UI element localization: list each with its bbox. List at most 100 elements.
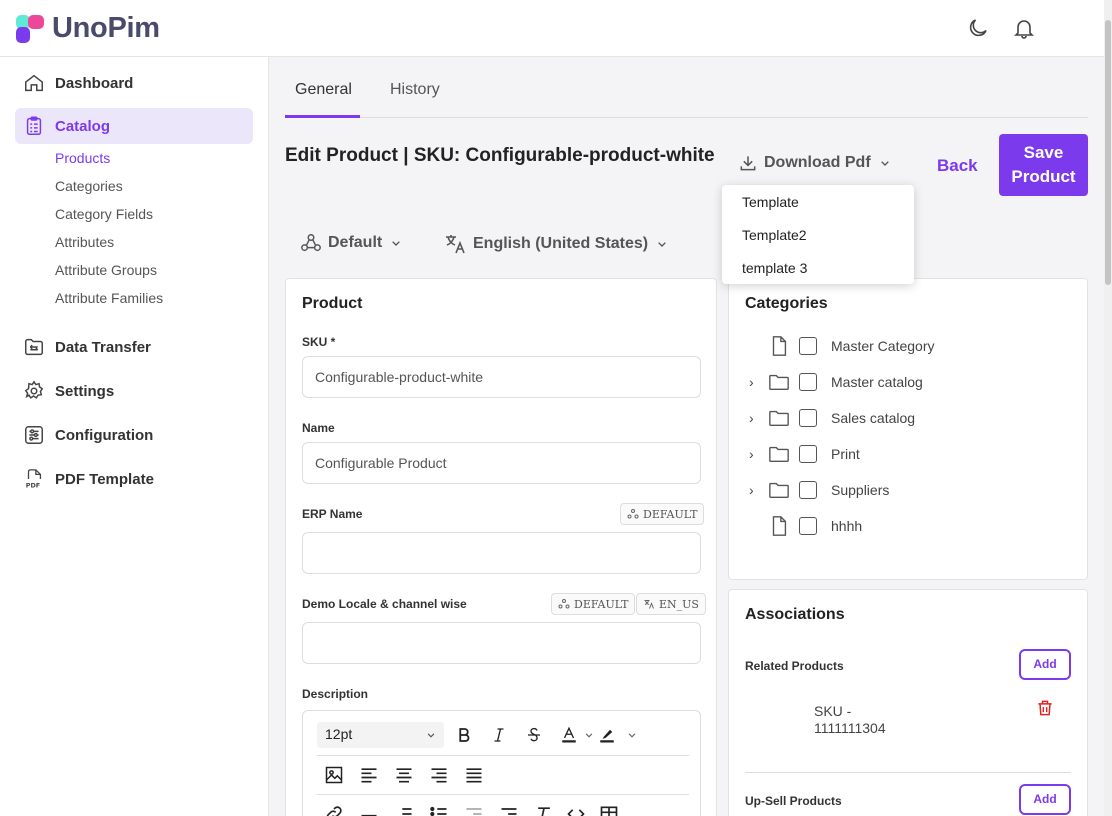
tab-history[interactable]: History xyxy=(390,81,440,99)
description-editor[interactable]: 12pt xyxy=(302,710,701,816)
category-row[interactable]: › Sales catalog xyxy=(749,406,915,430)
folder-icon xyxy=(769,482,789,499)
save-product-button[interactable]: Save Product xyxy=(999,134,1088,196)
chevron-down-icon[interactable] xyxy=(621,724,643,746)
menu-item-template[interactable]: Template xyxy=(742,194,799,210)
channel-label: Default xyxy=(328,234,383,251)
category-row[interactable]: Master Category xyxy=(749,334,934,358)
chevron-right-icon[interactable]: › xyxy=(749,446,763,462)
download-icon xyxy=(740,156,756,171)
channel-icon xyxy=(558,599,570,609)
align-justify-icon[interactable] xyxy=(463,764,485,786)
associations-title: Associations xyxy=(745,606,845,623)
channel-chip: DEFAULT xyxy=(620,503,705,525)
italic-icon[interactable] xyxy=(488,724,510,746)
add-related-button[interactable]: Add xyxy=(1019,649,1071,680)
demo-field-label: Demo Locale & channel wise xyxy=(302,597,467,611)
main-content: General History Edit Product | SKU: Conf… xyxy=(270,57,1104,816)
folder-icon xyxy=(769,374,789,391)
add-upsell-button[interactable]: Add xyxy=(1019,784,1071,815)
category-row[interactable]: › Suppliers xyxy=(749,478,889,502)
name-field[interactable]: Configurable Product xyxy=(302,442,701,484)
dark-mode-icon[interactable] xyxy=(966,16,990,40)
category-checkbox[interactable] xyxy=(799,409,817,427)
sidebar-item-label: Catalog xyxy=(55,117,111,135)
erp-name-field[interactable] xyxy=(302,532,701,574)
code-icon[interactable] xyxy=(565,803,587,816)
bold-icon[interactable] xyxy=(453,724,475,746)
translate-icon xyxy=(446,235,465,254)
highlight-icon[interactable] xyxy=(596,724,618,746)
sidebar-item-configuration[interactable]: Configuration xyxy=(15,417,253,453)
sidebar-sub-category-fields[interactable]: Category Fields xyxy=(55,206,153,222)
brand-logo[interactable]: UnoPim xyxy=(14,12,160,45)
sidebar-sub-products[interactable]: Products xyxy=(55,150,110,166)
font-size-select[interactable]: 12pt xyxy=(317,722,444,748)
horizontal-rule-icon[interactable] xyxy=(358,803,380,816)
categories-card: Categories Master Category › Master cata… xyxy=(728,278,1088,580)
category-row[interactable]: hhhh xyxy=(749,514,862,538)
outdent-icon[interactable] xyxy=(463,803,485,816)
text-color-icon[interactable] xyxy=(558,724,580,746)
chevron-right-icon[interactable]: › xyxy=(749,410,763,426)
bell-icon[interactable] xyxy=(1012,16,1036,40)
sidebar-item-settings[interactable]: Settings xyxy=(15,373,253,409)
category-label: Master Category xyxy=(831,338,935,354)
align-right-icon[interactable] xyxy=(428,764,450,786)
sidebar-item-dashboard[interactable]: Dashboard xyxy=(15,65,253,101)
category-checkbox[interactable] xyxy=(799,337,817,355)
chevron-right-icon[interactable]: › xyxy=(749,374,763,390)
category-row[interactable]: › Print xyxy=(749,442,860,466)
translate-icon xyxy=(644,600,654,609)
tab-general[interactable]: General xyxy=(295,81,352,99)
sidebar-item-data-transfer[interactable]: Data Transfer xyxy=(15,329,253,365)
bullet-list-icon[interactable] xyxy=(428,803,450,816)
category-checkbox[interactable] xyxy=(799,445,817,463)
sku-field[interactable]: Configurable-product-white xyxy=(302,356,701,398)
align-center-icon[interactable] xyxy=(393,764,415,786)
sidebar-item-catalog[interactable]: Catalog xyxy=(15,108,253,144)
sidebar-item-label: Settings xyxy=(55,382,115,400)
category-row[interactable]: › Master catalog xyxy=(749,370,923,394)
locale-label: English (United States) xyxy=(473,235,649,252)
image-icon[interactable] xyxy=(323,764,345,786)
section-divider xyxy=(745,772,1071,773)
demo-locale-channel-field[interactable] xyxy=(302,622,701,664)
back-button[interactable]: Back xyxy=(937,156,978,176)
pdf-icon: PDF xyxy=(26,469,42,489)
locale-switcher[interactable]: English (United States) xyxy=(443,232,670,256)
channel-switcher[interactable]: Default xyxy=(300,232,404,254)
menu-item-template-3[interactable]: template 3 xyxy=(742,260,807,276)
chevron-right-icon[interactable]: › xyxy=(749,482,763,498)
sidebar-sub-categories[interactable]: Categories xyxy=(55,178,123,194)
table-icon[interactable] xyxy=(598,803,620,816)
sidebar: Dashboard Catalog Products Categories Ca… xyxy=(0,57,269,816)
category-checkbox[interactable] xyxy=(799,517,817,535)
associations-card: Associations Related Products Add SKU - … xyxy=(728,589,1088,816)
indent-icon[interactable] xyxy=(498,803,520,816)
scrollbar-thumb[interactable] xyxy=(1105,20,1111,285)
trash-icon[interactable] xyxy=(1035,698,1055,718)
home-icon xyxy=(25,74,43,92)
link-icon[interactable] xyxy=(323,803,345,816)
category-checkbox[interactable] xyxy=(799,373,817,391)
sidebar-sub-attribute-families[interactable]: Attribute Families xyxy=(55,290,163,306)
name-label: Name xyxy=(302,421,335,435)
sidebar-sub-attributes[interactable]: Attributes xyxy=(55,234,114,250)
clear-format-icon[interactable] xyxy=(533,803,555,816)
erp-name-label: ERP Name xyxy=(302,507,363,521)
align-left-icon[interactable] xyxy=(358,764,380,786)
page-scrollbar[interactable] xyxy=(1104,0,1112,816)
category-label: Master catalog xyxy=(831,374,923,390)
toolbar-divider xyxy=(317,755,689,756)
download-pdf-label: Download Pdf xyxy=(764,154,871,171)
categories-title: Categories xyxy=(745,295,828,312)
sidebar-item-pdf-template[interactable]: PDF PDF Template xyxy=(15,461,253,497)
download-pdf-button[interactable]: Download Pdf xyxy=(738,153,893,173)
category-checkbox[interactable] xyxy=(799,481,817,499)
sliders-icon xyxy=(25,426,43,444)
menu-item-template2[interactable]: Template2 xyxy=(742,227,807,243)
strikethrough-icon[interactable] xyxy=(523,724,545,746)
ordered-list-icon[interactable] xyxy=(393,803,415,816)
sidebar-sub-attribute-groups[interactable]: Attribute Groups xyxy=(55,262,157,278)
